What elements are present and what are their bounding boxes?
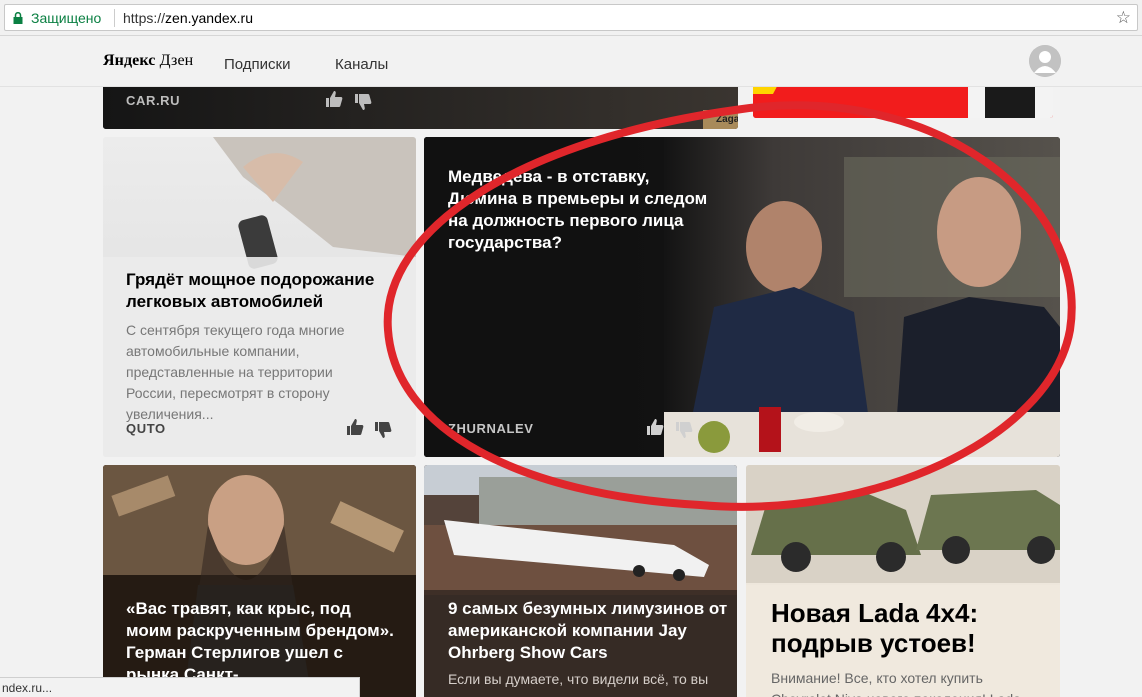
logo-yandex: Яндекс: [103, 52, 156, 69]
card-source[interactable]: CAR.RU: [126, 93, 180, 108]
card-title[interactable]: Грядёт мощное подорожание легковых автом…: [126, 269, 416, 313]
zen-header: Яндекс Дзен Подписки Каналы: [0, 37, 1142, 87]
url-text[interactable]: https://zen.yandex.ru: [123, 10, 253, 26]
news-card-limousines[interactable]: 9 самых безумных лимузинов от американск…: [424, 465, 737, 697]
nav-subscriptions[interactable]: Подписки: [224, 56, 291, 73]
news-card-quto[interactable]: Грядёт мощное подорожание легковых автом…: [103, 137, 416, 457]
zen-logo[interactable]: Яндекс Дзен: [103, 52, 193, 70]
card-source[interactable]: QUTO: [126, 421, 166, 436]
card-source[interactable]: ZHURNALEV: [448, 421, 534, 436]
lock-icon: [13, 12, 23, 24]
dislike-icon[interactable]: [374, 421, 392, 439]
address-bar[interactable]: Защищено https://zen.yandex.ru ☆: [4, 4, 1138, 31]
nav-channels[interactable]: Каналы: [335, 56, 388, 73]
status-bar: ndex.ru...: [0, 677, 360, 697]
url-separator: [114, 9, 115, 27]
card-snippet: Внимание! Все, кто хотел купить Chevrole…: [771, 670, 1021, 697]
like-icon[interactable]: [646, 418, 664, 436]
card-title[interactable]: Медведева - в отставку, Дюмина в премьер…: [448, 166, 708, 254]
image-watermark: Zaga: [716, 114, 738, 125]
like-icon[interactable]: [346, 418, 364, 436]
news-card-zhurnalev[interactable]: Медведева - в отставку, Дюмина в премьер…: [424, 137, 1060, 457]
logo-zen: Дзен: [159, 52, 194, 69]
card-title[interactable]: Новая Lada 4x4: подрыв устоев!: [771, 598, 1041, 658]
dislike-icon[interactable]: [675, 421, 693, 439]
url-host: zen.yandex.ru: [165, 10, 253, 26]
bookmark-star-icon[interactable]: ☆: [1116, 8, 1131, 28]
secure-label: Защищено: [31, 10, 102, 26]
user-avatar[interactable]: [1029, 45, 1061, 77]
card-title[interactable]: 9 самых безумных лимузинов от американск…: [448, 598, 737, 664]
browser-toolbar: Защищено https://zen.yandex.ru ☆: [0, 0, 1142, 36]
card-snippet: С сентября текущего года многие автомоби…: [126, 322, 345, 422]
card-title[interactable]: «Вас травят, как крыс, под моим раскруче…: [126, 598, 396, 686]
dislike-icon[interactable]: [354, 93, 372, 111]
like-icon[interactable]: [325, 90, 343, 108]
news-card-lada[interactable]: Новая Lada 4x4: подрыв устоев! Внимание!…: [746, 465, 1060, 697]
user-icon: [1029, 45, 1061, 77]
card-snippet: Если вы думаете, что видели всё, то вы: [448, 671, 709, 687]
news-card-sterligov[interactable]: «Вас травят, как крыс, под моим раскруче…: [103, 465, 416, 697]
url-scheme: https://: [123, 10, 166, 26]
card-image: [746, 465, 1060, 697]
